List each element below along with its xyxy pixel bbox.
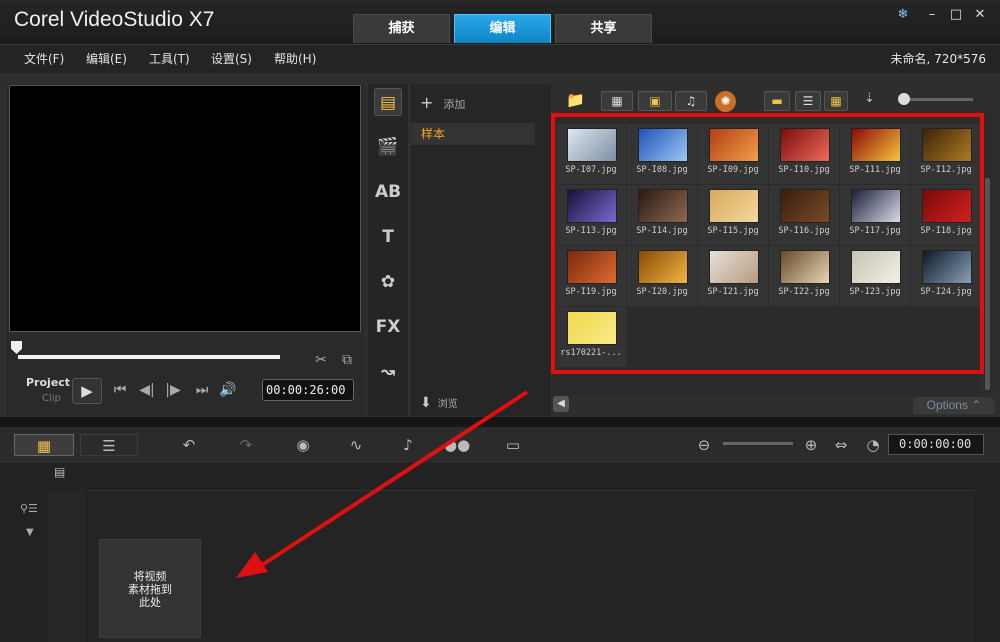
minimize-icon[interactable]: –	[922, 6, 942, 24]
player-timecode[interactable]: 00:00:26:00	[262, 379, 354, 401]
storyboard-view-button[interactable]: ▦	[14, 434, 74, 456]
project-info: 未命名, 720*576	[890, 52, 986, 66]
thumbnail-size-knob[interactable]	[898, 93, 910, 105]
clip-mode-label[interactable]: Clip	[42, 393, 61, 404]
record-capture-icon[interactable]: ◉	[290, 434, 316, 456]
close-icon[interactable]: ✕	[970, 6, 990, 24]
next-frame-icon[interactable]: |▶	[163, 382, 183, 398]
home-icon[interactable]: ⏮	[110, 382, 130, 398]
chevron-up-icon: ⌃	[971, 398, 982, 412]
storyboard-area[interactable]	[88, 490, 975, 642]
folder-icon[interactable]: 📁	[566, 91, 588, 109]
thumbnail-view-icon[interactable]: ▬	[764, 91, 790, 111]
auto-music-icon[interactable]: ♪	[395, 434, 421, 456]
menu-tools[interactable]: 工具(T)	[149, 50, 190, 67]
maximize-icon[interactable]: □	[946, 6, 966, 24]
timeline-zoom-slider[interactable]	[723, 442, 793, 445]
menu-settings[interactable]: 设置(S)	[211, 50, 252, 67]
plus-icon: +	[420, 93, 434, 112]
transition-icon[interactable]: AB	[374, 178, 402, 206]
drop-zone[interactable]: 将视频 素材拖到 此处	[99, 539, 201, 638]
folder-item-sample[interactable]: 样本	[411, 123, 535, 145]
filter-icon[interactable]: FX	[374, 313, 402, 341]
highlight-box	[551, 113, 984, 374]
menu-help[interactable]: 帮助(H)	[274, 50, 316, 67]
timeline-view-button[interactable]: ☰	[80, 434, 138, 456]
tab-capture[interactable]: 捕获	[353, 14, 450, 43]
play-button[interactable]: ▶	[72, 378, 102, 404]
show-video-icon[interactable]: ▦	[601, 91, 633, 111]
media-library-icon[interactable]: ▤	[374, 88, 402, 116]
instant-project-icon[interactable]: 🎬	[374, 133, 402, 161]
clock-icon: ◔	[866, 436, 880, 454]
motion-tracking-icon[interactable]: ●●	[444, 434, 470, 456]
list-view-icon[interactable]: ☰	[795, 91, 821, 111]
zoom-out-icon[interactable]: ⊖	[695, 434, 713, 456]
scrub-bar[interactable]	[18, 355, 280, 359]
volume-icon[interactable]: 🔊	[218, 382, 238, 398]
tab-edit[interactable]: 编辑	[454, 14, 551, 43]
snowflake-icon[interactable]: ❄	[893, 6, 913, 24]
snapshot-icon[interactable]: ⧉	[339, 352, 355, 368]
app-title: Corel VideoStudio X7	[14, 8, 215, 31]
zoom-in-icon[interactable]: ⊕	[802, 434, 820, 456]
options-button[interactable]: Options ⌃	[913, 397, 995, 414]
track-manager-icon[interactable]: ▤	[54, 465, 65, 479]
grid-view-icon[interactable]: ▦	[824, 91, 848, 111]
sound-mixer-icon[interactable]: ∿	[343, 434, 369, 456]
subtitle-editor-icon[interactable]: ▭	[500, 434, 526, 456]
fit-project-icon[interactable]: ⇔	[832, 434, 850, 456]
path-icon[interactable]: ↝	[374, 358, 402, 386]
thumbnail-size-slider[interactable]	[903, 98, 973, 101]
preview-screen	[9, 85, 361, 332]
browse-button[interactable]: ⬇ 浏览	[420, 395, 458, 411]
track-options-icon[interactable]: ⚲☰	[20, 502, 38, 515]
title-icon[interactable]: T	[374, 223, 402, 251]
sort-icon[interactable]: ⇣	[864, 91, 886, 111]
add-folder-button[interactable]: + 添加	[420, 93, 465, 112]
previous-frame-icon[interactable]: ◀|	[137, 382, 157, 398]
chevron-down-icon[interactable]: ▼	[26, 527, 34, 538]
menu-edit[interactable]: 编辑(E)	[86, 50, 127, 67]
undo-icon[interactable]: ↶	[178, 434, 200, 456]
browse-folder-icon: ⬇	[420, 395, 432, 411]
scrollbar-thumb[interactable]	[985, 178, 990, 390]
track-header	[48, 490, 86, 642]
menu-file[interactable]: 文件(F)	[24, 50, 64, 67]
triple-scoop-icon[interactable]: ✺	[715, 91, 736, 112]
timeline-timecode[interactable]: 0:00:00:00	[888, 434, 984, 455]
cut-icon[interactable]: ✂	[313, 352, 329, 368]
tab-share[interactable]: 共享	[555, 14, 652, 43]
graphic-icon[interactable]: ✿	[374, 268, 402, 296]
show-audio-icon[interactable]: ♫	[675, 91, 707, 111]
redo-icon[interactable]: ↷	[235, 434, 257, 456]
project-mode-label[interactable]: Project	[26, 376, 70, 389]
scroll-left-icon[interactable]: ◀	[553, 396, 569, 412]
show-photo-icon[interactable]: ▣	[638, 91, 672, 111]
end-icon[interactable]: ⏭	[192, 382, 212, 398]
